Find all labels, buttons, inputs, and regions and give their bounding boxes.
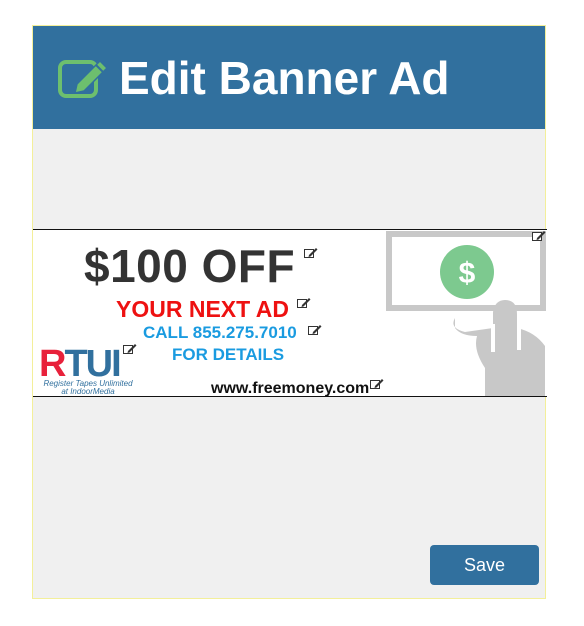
banner-url: www.freemoney.com bbox=[211, 380, 370, 397]
banner-headline: $100 OFF bbox=[84, 240, 296, 292]
edit-icon bbox=[58, 59, 109, 98]
edit-banner-dialog: Edit Banner Ad $ $100 OFF YOUR NEXT AD C… bbox=[32, 25, 547, 599]
edit-headline-icon[interactable] bbox=[304, 247, 318, 258]
edit-subline-icon[interactable] bbox=[297, 297, 311, 308]
edit-url-icon[interactable] bbox=[370, 378, 384, 389]
banner-details-line: FOR DETAILS bbox=[172, 345, 285, 364]
logo-tagline-2: at IndoorMedia bbox=[61, 387, 115, 396]
edit-image-icon[interactable] bbox=[532, 230, 546, 241]
company-logo: RTUI Register Tapes Unlimited at IndoorM… bbox=[39, 345, 135, 396]
banner-subline: YOUR NEXT AD bbox=[116, 296, 289, 322]
logo-wordmark: RTUI bbox=[39, 345, 122, 383]
page-title: Edit Banner Ad bbox=[119, 52, 450, 104]
save-button[interactable]: Save bbox=[430, 545, 539, 585]
banner-ad-preview: $ $100 OFF YOUR NEXT AD CALL 855.275.701… bbox=[33, 229, 547, 397]
edit-call-icon[interactable] bbox=[308, 324, 322, 335]
edit-logo-icon[interactable] bbox=[123, 343, 137, 354]
dialog-header: Edit Banner Ad bbox=[33, 26, 545, 129]
cash-in-hand-icon: $ bbox=[386, 231, 546, 396]
banner-call-line: CALL 855.275.7010 bbox=[143, 323, 297, 342]
svg-text:$: $ bbox=[459, 257, 476, 290]
